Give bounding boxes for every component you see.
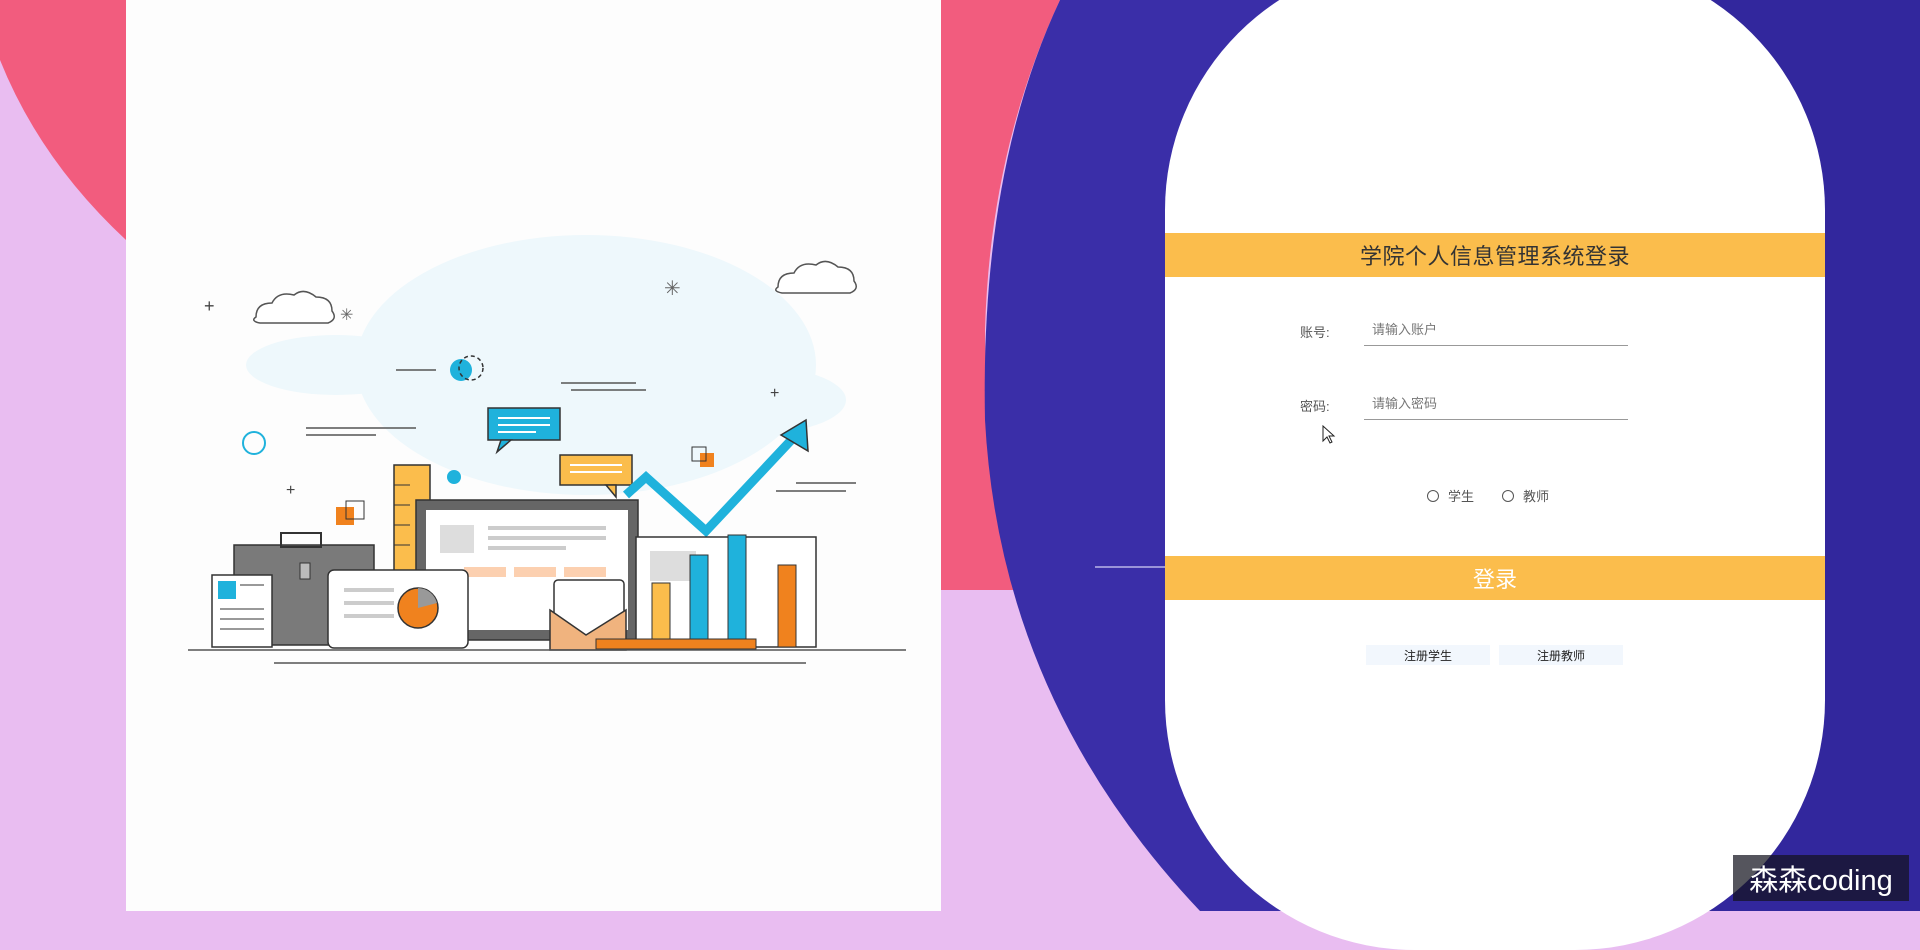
account-input[interactable]	[1364, 314, 1628, 346]
page-title: 学院个人信息管理系统登录	[1359, 244, 1630, 269]
svg-text:+: +	[204, 296, 215, 316]
login-button[interactable]: 登录	[1165, 556, 1825, 600]
role-radio-group: 学生 教师	[1427, 486, 1549, 505]
mouse-cursor-icon	[1322, 425, 1336, 444]
register-teacher-button[interactable]: 注册教师	[1499, 645, 1623, 665]
login-card	[1165, 0, 1825, 950]
radio-circle-icon[interactable]	[1502, 489, 1515, 502]
role-label-student: 学生	[1448, 489, 1475, 504]
login-title-bar: 学院个人信息管理系统登录	[1165, 233, 1825, 277]
account-label: 账号:	[1300, 325, 1330, 340]
svg-text:+: +	[770, 385, 779, 402]
svg-text:+: +	[286, 482, 295, 499]
role-radio-teacher[interactable]: 教师	[1502, 486, 1549, 505]
watermark: 森森coding	[1733, 855, 1909, 901]
role-label-teacher: 教师	[1523, 489, 1550, 504]
password-row: 密码:	[1300, 384, 1640, 428]
radio-circle-icon[interactable]	[1427, 489, 1439, 502]
svg-text:✳: ✳	[340, 307, 353, 324]
role-radio-student[interactable]: 学生	[1427, 486, 1474, 505]
register-student-button[interactable]: 注册学生	[1366, 645, 1490, 665]
business-growth-illustration: + ✳ ✳ + +	[188, 235, 906, 664]
password-input[interactable]	[1364, 388, 1628, 420]
account-row: 账号:	[1300, 310, 1640, 354]
illustration-panel: + ✳ ✳ + +	[126, 0, 941, 911]
svg-text:✳: ✳	[664, 278, 681, 300]
password-label: 密码:	[1300, 399, 1330, 414]
